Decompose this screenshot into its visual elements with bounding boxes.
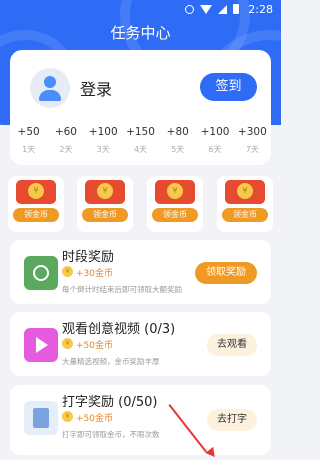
red-envelope-row: ¥20 领金币 ¥20 领金币 ¥20 领金币 ¥20 领金币 xyxy=(0,176,281,232)
task-card: 观看创意视频 (0/3) ¥ +50金币 大量精选视频，金币奖励丰厚 去观看 xyxy=(10,312,271,376)
task-reward: +30金币 xyxy=(76,269,113,279)
checkin-day: +80 5天 xyxy=(166,126,189,154)
login-link[interactable]: 登录 xyxy=(80,76,112,100)
red-envelope[interactable]: ¥20 领金币 xyxy=(8,176,64,232)
typing-task-button[interactable]: 去打字 xyxy=(207,409,257,431)
envelope-icon: ¥20 xyxy=(85,180,125,215)
avatar[interactable] xyxy=(30,68,70,108)
task-reward: +50金币 xyxy=(76,414,113,424)
clock-icon xyxy=(24,256,58,290)
claim-coins-button[interactable]: 领金币 xyxy=(13,208,59,222)
coin-icon: ¥ xyxy=(237,183,253,199)
status-dot-icon xyxy=(185,4,194,14)
checkin-day: +150 4天 xyxy=(126,126,155,154)
task-description: 打字即可领取金币，不限次数 xyxy=(62,430,160,439)
task-card: 打字奖励 (0/50) ¥ +50金币 打字即可领取金币，不限次数 去打字 xyxy=(10,385,271,455)
task-description: 大量精选视频，金币奖励丰厚 xyxy=(62,357,160,366)
signal-icon xyxy=(218,4,227,14)
signin-button[interactable]: 签到 xyxy=(200,73,257,101)
checkin-day: +60 2天 xyxy=(54,126,77,154)
task-reward: +50金币 xyxy=(76,341,113,351)
claim-coins-button[interactable]: 领金币 xyxy=(222,208,268,222)
document-icon xyxy=(24,401,58,435)
task-title: 打字奖励 (0/50) xyxy=(62,395,158,410)
play-icon xyxy=(24,328,58,362)
task-title: 时段奖励 xyxy=(62,250,115,265)
coin-icon: ¥ xyxy=(62,266,73,277)
envelope-icon: ¥20 xyxy=(225,180,265,215)
checkin-day: +300 7天 xyxy=(237,126,267,154)
envelope-icon: ¥20 xyxy=(16,180,56,215)
claim-reward-button[interactable]: 领取奖励 xyxy=(195,262,257,284)
watch-video-button[interactable]: 去观看 xyxy=(207,334,257,356)
coin-icon: ¥ xyxy=(97,183,113,199)
coin-icon: ¥ xyxy=(62,411,73,422)
red-envelope[interactable]: ¥20 领金币 xyxy=(77,176,133,232)
claim-coins-button[interactable]: 领金币 xyxy=(152,208,198,222)
claim-coins-button[interactable]: 领金币 xyxy=(82,208,128,222)
page-title: 任务中心 xyxy=(110,24,171,42)
status-bar: 2:28 xyxy=(0,0,281,20)
envelope-icon: ¥20 xyxy=(155,180,195,215)
red-envelope[interactable]: ¥20 领金币 xyxy=(217,176,273,232)
battery-icon xyxy=(233,4,239,14)
wifi-icon xyxy=(200,4,212,14)
red-envelope[interactable]: ¥20 领金币 xyxy=(147,176,203,232)
checkin-day: +100 3天 xyxy=(88,126,118,154)
checkin-days: +50 1天 +60 2天 +100 3天 +150 4天 +80 5天 +100 6天 +… xyxy=(10,126,271,155)
checkin-day: +50 1天 xyxy=(17,126,40,154)
task-title: 观看创意视频 (0/3) xyxy=(62,322,176,337)
task-description: 每个倒计时结束后即可领取大额奖励 xyxy=(62,285,182,294)
coin-icon: ¥ xyxy=(28,183,44,199)
task-card: 时段奖励 ¥ +30金币 每个倒计时结束后即可领取大额奖励 领取奖励 xyxy=(10,240,271,304)
status-time: 2:28 xyxy=(248,3,273,16)
coin-icon: ¥ xyxy=(167,183,183,199)
coin-icon: ¥ xyxy=(62,338,73,349)
checkin-day: +100 6天 xyxy=(200,126,230,154)
user-icon xyxy=(44,76,56,88)
